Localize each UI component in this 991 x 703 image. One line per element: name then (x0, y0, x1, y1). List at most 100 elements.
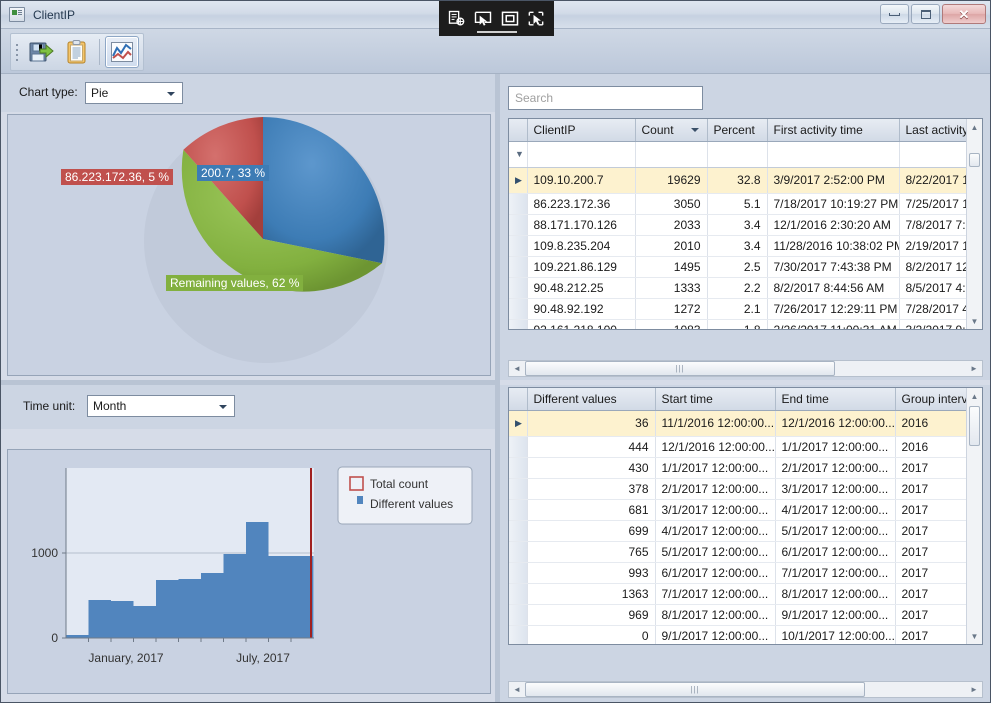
search-input[interactable]: Search (508, 86, 703, 110)
scroll-right-icon[interactable]: ► (966, 364, 982, 373)
column-header-count[interactable]: Count (635, 119, 708, 142)
capture-region-icon[interactable] (447, 9, 467, 29)
cell-start[interactable]: 9/1/2017 12:00:00... (655, 625, 776, 644)
cell-start[interactable]: 12/1/2016 12:00:00... (655, 436, 776, 458)
scroll-down-icon[interactable]: ▼ (967, 628, 982, 644)
cell-different[interactable]: 444 (527, 436, 656, 458)
cell-start[interactable]: 11/1/2016 12:00:00... (655, 410, 776, 437)
cell-first[interactable]: 8/2/2017 8:44:56 AM (767, 277, 900, 299)
top-grid[interactable]: ClientIP Count Percent First activity time L… (508, 118, 983, 330)
table-row[interactable]: 681 3/1/2017 12:00:00... 4/1/2017 12:00:00… (509, 499, 982, 521)
row-selector[interactable] (509, 562, 528, 584)
column-header-start-time[interactable]: Start time (655, 388, 776, 411)
cell-clientip[interactable]: 109.221.86.129 (527, 256, 636, 278)
cell-percent[interactable]: 2.5 (707, 256, 768, 278)
column-header-first-activity-time[interactable]: First activity time (767, 119, 900, 142)
column-header-end-time[interactable]: End time (775, 388, 896, 411)
cell-percent[interactable]: 32.8 (707, 167, 768, 194)
cell-end[interactable]: 5/1/2017 12:00:00... (775, 520, 896, 542)
toolbar-grip[interactable] (14, 39, 20, 65)
cell-end[interactable]: 2/1/2017 12:00:00... (775, 457, 896, 479)
cell-count[interactable]: 1333 (635, 277, 708, 299)
cell-count[interactable]: 1272 (635, 298, 708, 320)
filter-cell[interactable] (635, 141, 708, 168)
table-row[interactable]: 444 12/1/2016 12:00:00... 1/1/2017 12:00:0… (509, 436, 982, 458)
filter-row[interactable]: ▼ (509, 141, 982, 168)
activity-histogram-chart[interactable]: 1000 0 January, 2017 July, 2017 Total co… (8, 450, 490, 693)
filter-cell[interactable] (527, 141, 636, 168)
hscroll-thumb[interactable]: ||| (525, 361, 835, 376)
cell-start[interactable]: 6/1/2017 12:00:00... (655, 562, 776, 584)
cell-end[interactable]: 4/1/2017 12:00:00... (775, 499, 896, 521)
bottom-grid[interactable]: Different values Start time End time Group … (508, 387, 983, 645)
table-row[interactable]: 378 2/1/2017 12:00:00... 3/1/2017 12:00:00… (509, 478, 982, 500)
cell-start[interactable]: 4/1/2017 12:00:00... (655, 520, 776, 542)
column-header-clientip[interactable]: ClientIP (527, 119, 636, 142)
time-unit-combobox[interactable]: Month (87, 395, 235, 417)
hscroll-thumb[interactable]: ||| (525, 682, 865, 697)
table-row[interactable]: 109.8.235.204 2010 3.4 11/28/2016 10:38:02 … (509, 235, 982, 257)
top-grid-horizontal-scrollbar[interactable]: ◄ ||| ► (508, 360, 983, 377)
cell-percent[interactable]: 1.8 (707, 319, 768, 329)
cell-end[interactable]: 3/1/2017 12:00:00... (775, 478, 896, 500)
column-header-percent[interactable]: Percent (707, 119, 768, 142)
maximize-button[interactable] (911, 4, 940, 24)
overlay-handle[interactable] (477, 31, 517, 33)
scroll-thumb[interactable] (969, 153, 980, 167)
row-selector[interactable] (509, 214, 528, 236)
row-selector[interactable] (509, 478, 528, 500)
cell-first[interactable]: 12/1/2016 2:30:20 AM (767, 214, 900, 236)
close-button[interactable]: ✕ (942, 4, 986, 24)
cell-percent[interactable]: 2.1 (707, 298, 768, 320)
cell-start[interactable]: 7/1/2017 12:00:00... (655, 583, 776, 605)
row-selector[interactable] (509, 319, 528, 329)
cell-count[interactable]: 1495 (635, 256, 708, 278)
row-selector[interactable] (509, 583, 528, 605)
cell-clientip[interactable]: 109.8.235.204 (527, 235, 636, 257)
column-header-different-values[interactable]: Different values (527, 388, 656, 411)
table-row[interactable]: 430 1/1/2017 12:00:00... 2/1/2017 12:00:00… (509, 457, 982, 479)
hscroll-track[interactable]: ||| (525, 361, 966, 376)
row-selector[interactable] (509, 193, 528, 215)
cell-first[interactable]: 7/26/2017 12:29:11 PM (767, 298, 900, 320)
table-row[interactable]: 92.161.218.100 1083 1.8 2/26/2017 11:00:31 … (509, 319, 982, 329)
row-selector[interactable] (509, 256, 528, 278)
hscroll-track[interactable]: ||| (525, 682, 966, 697)
top-grid-vertical-scrollbar[interactable]: ▲ ▼ (966, 119, 982, 329)
cell-percent[interactable]: 2.2 (707, 277, 768, 299)
cell-count[interactable]: 1083 (635, 319, 708, 329)
capture-scrolling-icon[interactable] (526, 9, 546, 29)
cell-first[interactable]: 7/30/2017 7:43:38 PM (767, 256, 900, 278)
cell-end[interactable]: 10/1/2017 12:00:00... (775, 625, 896, 644)
cell-start[interactable]: 5/1/2017 12:00:00... (655, 541, 776, 563)
table-row[interactable]: 969 8/1/2017 12:00:00... 9/1/2017 12:00:00… (509, 604, 982, 626)
cell-end[interactable]: 1/1/2017 12:00:00... (775, 436, 896, 458)
cell-count[interactable]: 19629 (635, 167, 708, 194)
cell-clientip[interactable]: 109.10.200.7 (527, 167, 636, 194)
cell-start[interactable]: 3/1/2017 12:00:00... (655, 499, 776, 521)
cell-percent[interactable]: 3.4 (707, 214, 768, 236)
chart-type-combobox[interactable]: Pie (85, 82, 183, 104)
cell-end[interactable]: 9/1/2017 12:00:00... (775, 604, 896, 626)
capture-fullscreen-icon[interactable] (500, 9, 520, 29)
cell-end[interactable]: 8/1/2017 12:00:00... (775, 583, 896, 605)
bottom-grid-vertical-scrollbar[interactable]: ▲ ▼ (966, 388, 982, 644)
table-row[interactable]: 765 5/1/2017 12:00:00... 6/1/2017 12:00:00… (509, 541, 982, 563)
cell-clientip[interactable]: 86.223.172.36 (527, 193, 636, 215)
row-selector[interactable] (509, 499, 528, 521)
table-row[interactable]: 993 6/1/2017 12:00:00... 7/1/2017 12:00:00… (509, 562, 982, 584)
cell-clientip[interactable]: 88.171.170.126 (527, 214, 636, 236)
filter-cell[interactable] (767, 141, 900, 168)
cell-different[interactable]: 0 (527, 625, 656, 644)
cell-first[interactable]: 11/28/2016 10:38:02 PM (767, 235, 900, 257)
cell-percent[interactable]: 3.4 (707, 235, 768, 257)
filter-icon[interactable]: ▼ (515, 149, 524, 159)
cell-different[interactable]: 993 (527, 562, 656, 584)
table-row[interactable]: 0 9/1/2017 12:00:00... 10/1/2017 12:00:00.… (509, 625, 982, 644)
row-selector[interactable] (509, 541, 528, 563)
row-selector[interactable] (509, 520, 528, 542)
table-row[interactable]: ▶ 36 11/1/2016 12:00:00... 12/1/2016 12:00:… (509, 410, 982, 437)
table-row[interactable]: 90.48.212.25 1333 2.2 8/2/2017 8:44:56 AM 8/… (509, 277, 982, 299)
cell-end[interactable]: 6/1/2017 12:00:00... (775, 541, 896, 563)
row-selector[interactable]: ▶ (509, 167, 528, 194)
